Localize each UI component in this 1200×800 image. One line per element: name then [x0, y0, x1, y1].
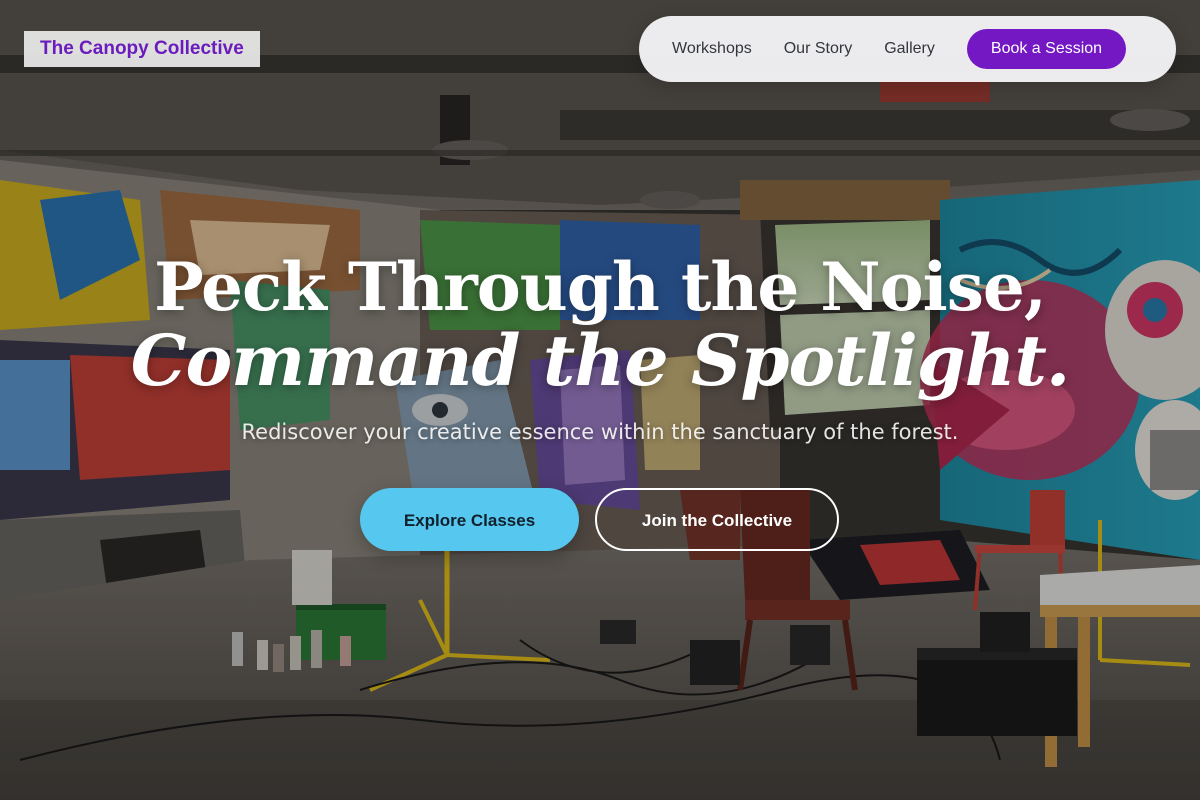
- nav-link-workshops[interactable]: Workshops: [672, 40, 752, 58]
- headline-line-2: Command the Spotlight.: [130, 319, 1070, 402]
- headline-line-1: Peck Through the Noise,: [154, 248, 1047, 326]
- book-session-button[interactable]: Book a Session: [966, 29, 1127, 69]
- hero-headline: Peck Through the Noise, Command the Spot…: [0, 250, 1200, 398]
- nav-link-our-story[interactable]: Our Story: [784, 40, 852, 58]
- hero-section: The Canopy Collective Workshops Our Stor…: [0, 0, 1200, 800]
- explore-classes-button[interactable]: Explore Classes: [360, 488, 579, 551]
- main-nav: Workshops Our Story Gallery Book a Sessi…: [639, 16, 1176, 82]
- brand-logo[interactable]: The Canopy Collective: [24, 31, 260, 67]
- hero-subtitle: Rediscover your creative essence within …: [241, 420, 959, 444]
- nav-link-gallery[interactable]: Gallery: [884, 40, 935, 58]
- join-collective-button[interactable]: Join the Collective: [595, 488, 839, 551]
